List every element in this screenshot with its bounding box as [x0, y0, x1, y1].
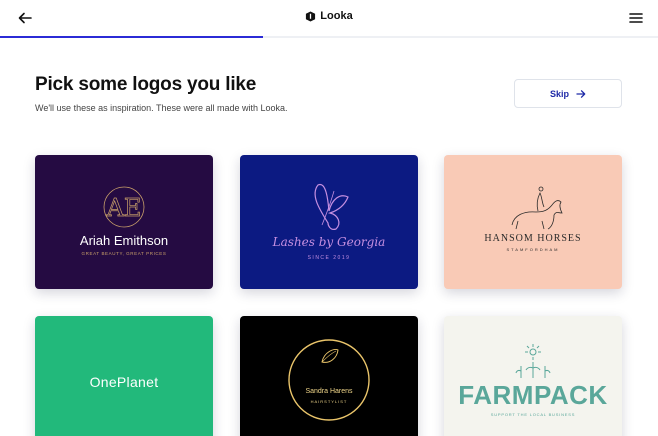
logo-name: OnePlanet: [89, 374, 159, 390]
logo-card-sandra-harens[interactable]: Sandra Harens HAIRSTYLIST: [240, 316, 418, 436]
plants-icon: [515, 344, 551, 378]
logo-name: HANSOM HORSES: [484, 233, 582, 244]
logo-card-hansom-horses[interactable]: HANSOM HORSES STAMFORDHAM: [444, 155, 622, 289]
butterfly-icon: [314, 183, 349, 230]
skip-button[interactable]: Skip: [514, 79, 622, 108]
hamburger-menu-icon[interactable]: [628, 10, 644, 26]
logo-name: Sandra Harens: [305, 388, 353, 395]
logo-card-ariah-emithson[interactable]: AE Ariah Emithson GREAT BEAUTY, GREAT PR…: [35, 155, 213, 289]
logo-tagline: STAMFORDHAM: [506, 247, 560, 252]
page-subtitle: We'll use these as inspiration. These we…: [35, 103, 288, 113]
arrow-right-icon: [576, 89, 586, 98]
logo-tagline: SUPPORT THE LOCAL BUSINESS: [490, 412, 576, 417]
brand[interactable]: Looka: [0, 10, 658, 22]
ae-monogram-icon: AE: [103, 186, 145, 228]
logo-tagline: SINCE 2019: [307, 255, 351, 261]
logo-tagline: GREAT BEAUTY, GREAT PRICES: [81, 251, 167, 256]
logo-name: Lashes by Georgia: [272, 235, 386, 249]
looka-logo-icon: [306, 10, 316, 22]
progress-bar: [0, 36, 658, 38]
logo-card-oneplanet[interactable]: OnePlanet: [35, 316, 213, 436]
top-bar: Looka: [0, 0, 658, 36]
leaf-circle-icon: [288, 339, 370, 421]
skip-label: Skip: [549, 88, 569, 99]
brand-name: Looka: [320, 10, 353, 22]
logo-card-lashes-by-georgia[interactable]: Lashes by Georgia SINCE 2019: [240, 155, 418, 289]
logo-card-farmpack[interactable]: FARMPACK SUPPORT THE LOCAL BUSINESS: [444, 316, 622, 436]
monogram-text: AE: [106, 194, 142, 222]
horse-rider-icon: [511, 186, 563, 230]
logo-name: Ariah Emithson: [79, 233, 169, 248]
logo-tagline: HAIRSTYLIST: [310, 399, 348, 404]
logo-name: FARMPACK: [458, 380, 608, 410]
progress-fill: [0, 36, 264, 38]
page-title: Pick some logos you like: [35, 74, 257, 95]
